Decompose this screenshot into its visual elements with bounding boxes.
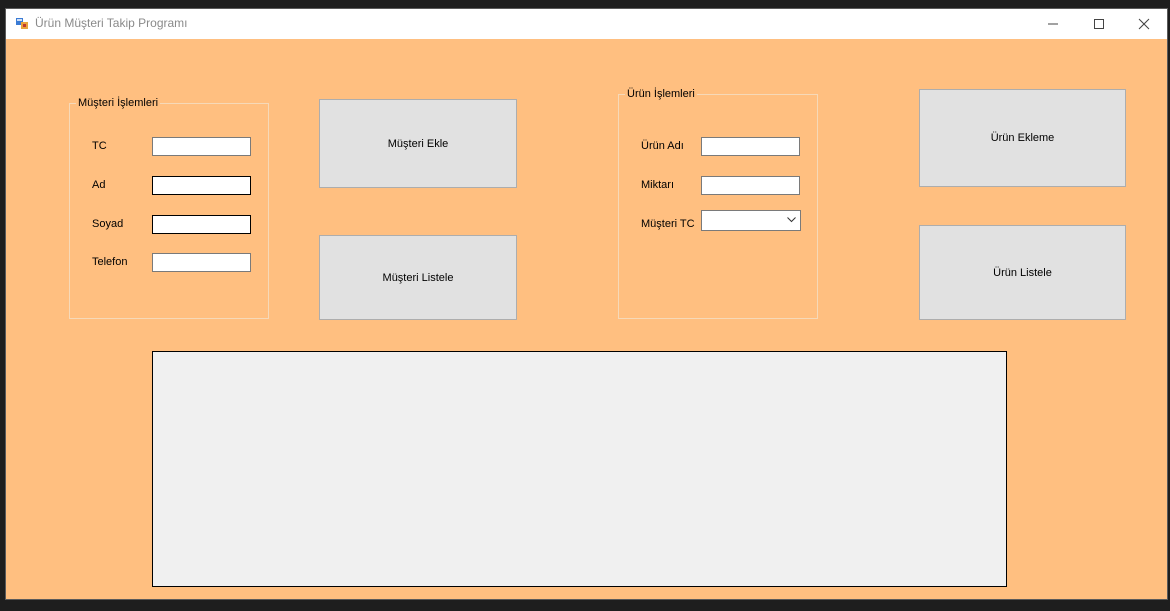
minimize-button[interactable] — [1030, 9, 1076, 39]
list-products-button[interactable]: Ürün Listele — [919, 225, 1126, 320]
urun-adi-label: Ürün Adı — [641, 140, 684, 152]
musteri-tc-label: Müşteri TC — [641, 218, 695, 230]
ad-label: Ad — [92, 179, 106, 191]
customer-groupbox: Müşteri İşlemleri — [69, 97, 269, 319]
maximize-button[interactable] — [1076, 9, 1122, 39]
list-customers-button[interactable]: Müşteri Listele — [319, 235, 517, 320]
tc-label: TC — [92, 140, 107, 152]
product-group-title: Ürün İşlemleri — [625, 88, 697, 100]
soyad-label: Soyad — [92, 218, 124, 230]
urun-adi-input[interactable] — [701, 137, 800, 156]
miktar-input[interactable] — [701, 176, 800, 195]
close-button[interactable] — [1121, 9, 1167, 39]
app-form-icon — [15, 16, 29, 30]
soyad-input[interactable] — [152, 215, 251, 234]
musteri-tc-dropdown[interactable] — [701, 210, 801, 231]
chevron-down-icon — [787, 217, 796, 223]
telefon-input[interactable] — [152, 253, 251, 272]
telefon-label: Telefon — [92, 256, 128, 268]
tc-input[interactable] — [152, 137, 251, 156]
product-groupbox: Ürün İşlemleri — [618, 88, 818, 319]
main-window: Ürün Müşteri Takip Programı Müşteri İşle… — [5, 8, 1168, 600]
window-title: Ürün Müşteri Takip Programı — [35, 16, 188, 30]
customer-group-title: Müşteri İşlemleri — [76, 97, 161, 109]
maximize-icon — [1094, 19, 1104, 29]
miktar-label: Miktarı — [641, 179, 674, 191]
minimize-icon — [1048, 23, 1058, 25]
title-bar[interactable]: Ürün Müşteri Takip Programı — [6, 9, 1167, 39]
add-customer-button[interactable]: Müşteri Ekle — [319, 99, 517, 188]
add-product-button[interactable]: Ürün Ekleme — [919, 89, 1126, 187]
data-grid[interactable] — [152, 351, 1007, 587]
ad-input[interactable] — [152, 176, 251, 195]
close-icon — [1138, 18, 1150, 30]
